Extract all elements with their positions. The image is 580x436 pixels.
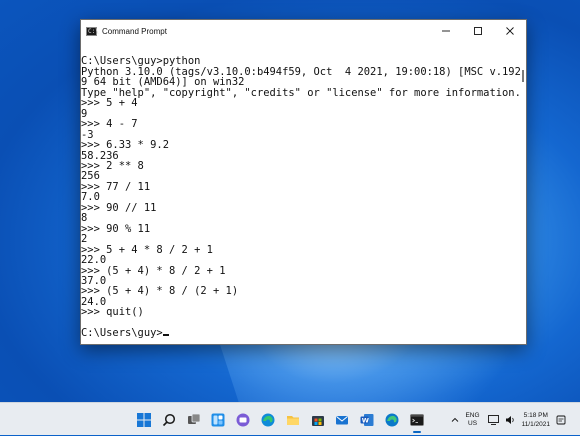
mail-icon[interactable] <box>332 410 352 430</box>
close-icon <box>506 27 514 35</box>
edge-icon[interactable] <box>382 410 402 430</box>
language-code: ENG <box>465 411 480 419</box>
speaker-icon[interactable] <box>505 415 516 425</box>
system-tray: ENG US 5:18 PM 11/1/2021 <box>451 403 572 436</box>
notifications-icon[interactable] <box>556 415 566 425</box>
clock-time: 5:18 PM <box>523 411 548 419</box>
title-bar[interactable]: C:\ Command Prompt <box>81 20 526 42</box>
search-icon[interactable] <box>159 410 179 430</box>
console-line: >>> 90 % 11 <box>81 222 151 235</box>
svg-text:W: W <box>362 416 369 424</box>
clock[interactable]: 5:18 PM 11/1/2021 <box>522 411 550 429</box>
store-icon[interactable] <box>308 410 328 430</box>
console-line: >>> 5 + 4 <box>81 97 138 110</box>
taskbar: W ENG US 5:18 PM 11/1/2021 <box>0 402 580 435</box>
close-button[interactable] <box>494 20 526 42</box>
monitor-network-icon[interactable] <box>487 414 499 425</box>
command-prompt-window[interactable]: C:\ Command Prompt C:\Users\guy>python P… <box>80 19 527 345</box>
terminal-icon[interactable] <box>407 410 427 433</box>
edge-icon[interactable] <box>258 410 278 430</box>
maximize-button[interactable] <box>462 20 494 42</box>
maximize-icon <box>474 27 482 35</box>
widgets-icon[interactable] <box>208 410 228 430</box>
window-controls <box>430 20 526 42</box>
file-explorer-icon[interactable] <box>283 410 303 430</box>
taskbar-apps: W <box>134 409 432 433</box>
task-view-icon[interactable] <box>184 410 204 430</box>
text-cursor <box>162 334 169 337</box>
console-line: Type "help", "copyright", "credits" or "… <box>81 86 521 99</box>
cmd-app-icon: C:\ <box>86 26 99 36</box>
chevron-up-icon[interactable] <box>451 416 459 424</box>
word-icon[interactable]: W <box>357 410 377 430</box>
minimize-button[interactable] <box>430 20 462 42</box>
console-output[interactable]: C:\Users\guy>python Python 3.10.0 (tags/… <box>81 42 526 344</box>
console-line: >>> 90 // 11 <box>81 201 157 214</box>
console-scrollbar[interactable] <box>522 70 524 82</box>
minimize-icon <box>442 30 450 32</box>
console-text: C:\Users\guy>python Python 3.10.0 (tags/… <box>81 46 526 339</box>
clock-date: 11/1/2021 <box>521 420 550 428</box>
region-code: US <box>468 419 478 427</box>
console-prompt: C:\Users\guy> <box>81 327 163 340</box>
windows-start-icon[interactable] <box>134 410 154 430</box>
language-indicator[interactable]: ENG US <box>465 412 479 428</box>
chat-icon[interactable] <box>233 410 253 430</box>
console-line: >>> quit() <box>81 306 144 319</box>
window-title: Command Prompt <box>102 26 167 36</box>
